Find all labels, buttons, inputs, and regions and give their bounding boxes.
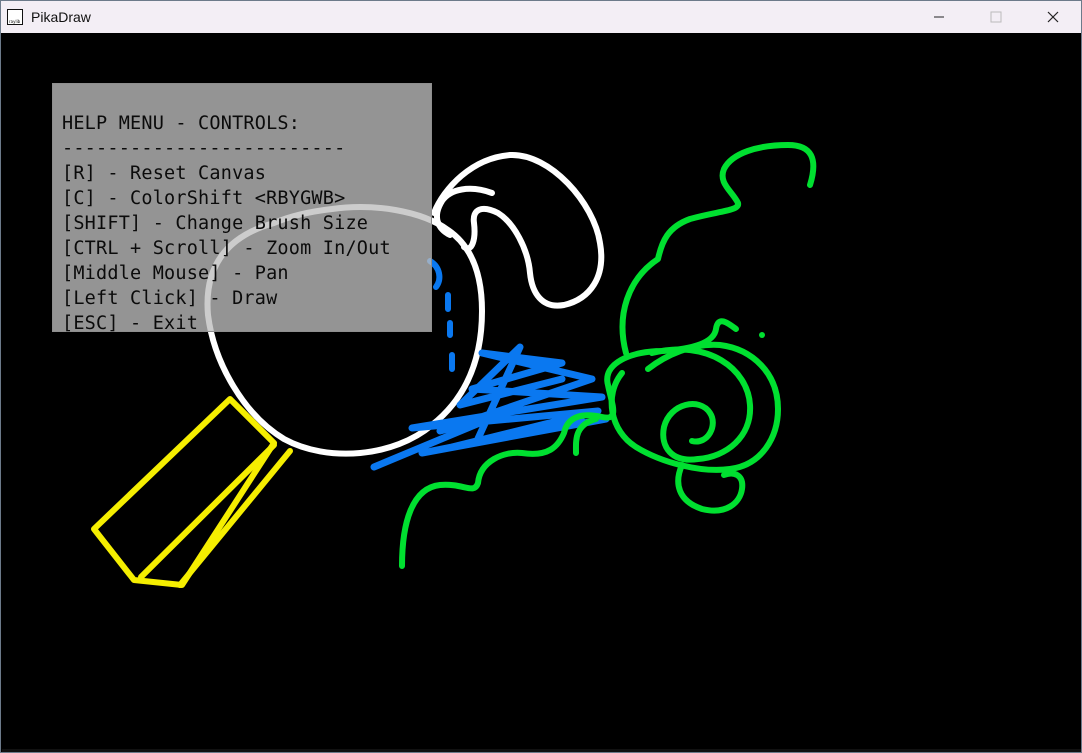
- help-line-reset: [R] - Reset Canvas: [62, 163, 267, 184]
- app-icon-label: raylib: [9, 19, 21, 24]
- blue-fill-stroke: [427, 258, 455, 372]
- bottom-strip: [2, 749, 1081, 752]
- close-button[interactable]: [1024, 1, 1081, 33]
- close-icon: [1047, 11, 1058, 23]
- green-dot: [759, 332, 765, 338]
- help-line-zoom: [CTRL + Scroll] - Zoom In/Out: [62, 238, 391, 259]
- app-window: raylib PikaDraw HELP MENU - CONTROLS: --…: [0, 0, 1082, 753]
- window-title: PikaDraw: [31, 9, 91, 25]
- help-line-pan: [Middle Mouse] - Pan: [62, 263, 289, 284]
- help-line-colorshift: [C] - ColorShift <RBYGWB>: [62, 188, 346, 209]
- white-loop-stroke: [431, 151, 605, 309]
- help-menu-divider: -------------------------: [62, 138, 346, 159]
- help-line-exit: [ESC] - Exit: [62, 313, 199, 334]
- help-line-draw: [Left Click] - Draw: [62, 288, 278, 309]
- title-bar[interactable]: raylib PikaDraw: [1, 1, 1081, 33]
- help-menu-panel: HELP MENU - CONTROLS: ------------------…: [52, 83, 432, 334]
- blue-scribble-stroke: [370, 343, 610, 471]
- help-menu-title: HELP MENU - CONTROLS:: [62, 113, 301, 134]
- yellow-handle-stroke: [91, 396, 277, 588]
- maximize-button[interactable]: [967, 1, 1024, 33]
- minimize-button[interactable]: [910, 1, 967, 33]
- green-spiral-stroke: [608, 341, 781, 473]
- raylib-icon: raylib: [7, 9, 23, 25]
- maximize-icon: [990, 11, 1001, 23]
- help-line-brush-size: [SHIFT] - Change Brush Size: [62, 213, 369, 234]
- drawing-canvas[interactable]: HELP MENU - CONTROLS: ------------------…: [2, 33, 1081, 752]
- minimize-icon: [933, 16, 944, 18]
- window-controls: [910, 1, 1081, 33]
